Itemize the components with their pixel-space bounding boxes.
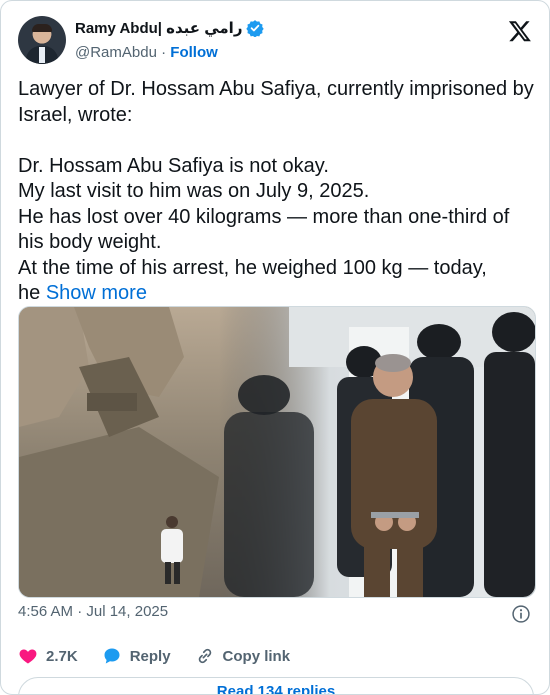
author-sub-row: @RamAbdu · Follow: [75, 44, 218, 61]
tweet-text: Lawyer of Dr. Hossam Abu Safiya, current…: [18, 77, 538, 307]
reply-button[interactable]: Reply: [102, 646, 171, 666]
tweet-line: He has lost over 40 kilograms — more tha…: [18, 205, 510, 254]
tweet-media-image[interactable]: [18, 306, 536, 598]
copy-link-button[interactable]: Copy link: [195, 646, 291, 666]
copy-link-label: Copy link: [222, 647, 291, 665]
tweet-line: My last visit to him was on July 9, 2025…: [18, 180, 370, 202]
tweet-line-start: he: [18, 282, 41, 304]
author-handle[interactable]: @RamAbdu: [75, 44, 157, 61]
tweet-timestamp[interactable]: 4:56 AM · Jul 14, 2025: [18, 603, 168, 620]
verified-badge-icon: [246, 20, 265, 37]
heart-icon: [19, 649, 37, 664]
tweet-actions: 2.7K Reply Copy link: [18, 644, 314, 668]
x-logo-icon[interactable]: [508, 19, 532, 43]
reply-bubble-icon: [104, 648, 120, 664]
reply-label: Reply: [129, 647, 171, 665]
author-name-row: Ramy Abdu| رامي عبده: [75, 19, 265, 37]
tweet-line: Dr. Hossam Abu Safiya is not okay.: [18, 154, 329, 177]
follow-button[interactable]: Follow: [170, 44, 218, 61]
avatar[interactable]: [18, 16, 66, 64]
tweet-card: Ramy Abdu| رامي عبده @RamAbdu · Follow L…: [0, 0, 550, 695]
info-icon[interactable]: [511, 604, 531, 624]
link-icon: [198, 648, 211, 664]
media-photo: [19, 307, 535, 597]
tweet-line-last: he Show more: [18, 281, 538, 307]
like-button[interactable]: 2.7K: [18, 646, 78, 666]
show-more-link[interactable]: Show more: [46, 282, 147, 304]
like-count: 2.7K: [46, 647, 78, 665]
author-display-name[interactable]: Ramy Abdu| رامي عبده: [75, 19, 242, 37]
separator-dot: ·: [161, 44, 167, 61]
tweet-line: [18, 128, 538, 154]
read-replies-button[interactable]: Read 134 replies: [18, 677, 534, 694]
tweet-header: Ramy Abdu| رامي عبده @RamAbdu · Follow: [18, 13, 538, 65]
tweet-line: At the time of his arrest, he weighed 10…: [18, 256, 487, 279]
tweet-line: Lawyer of Dr. Hossam Abu Safiya, current…: [18, 78, 534, 126]
